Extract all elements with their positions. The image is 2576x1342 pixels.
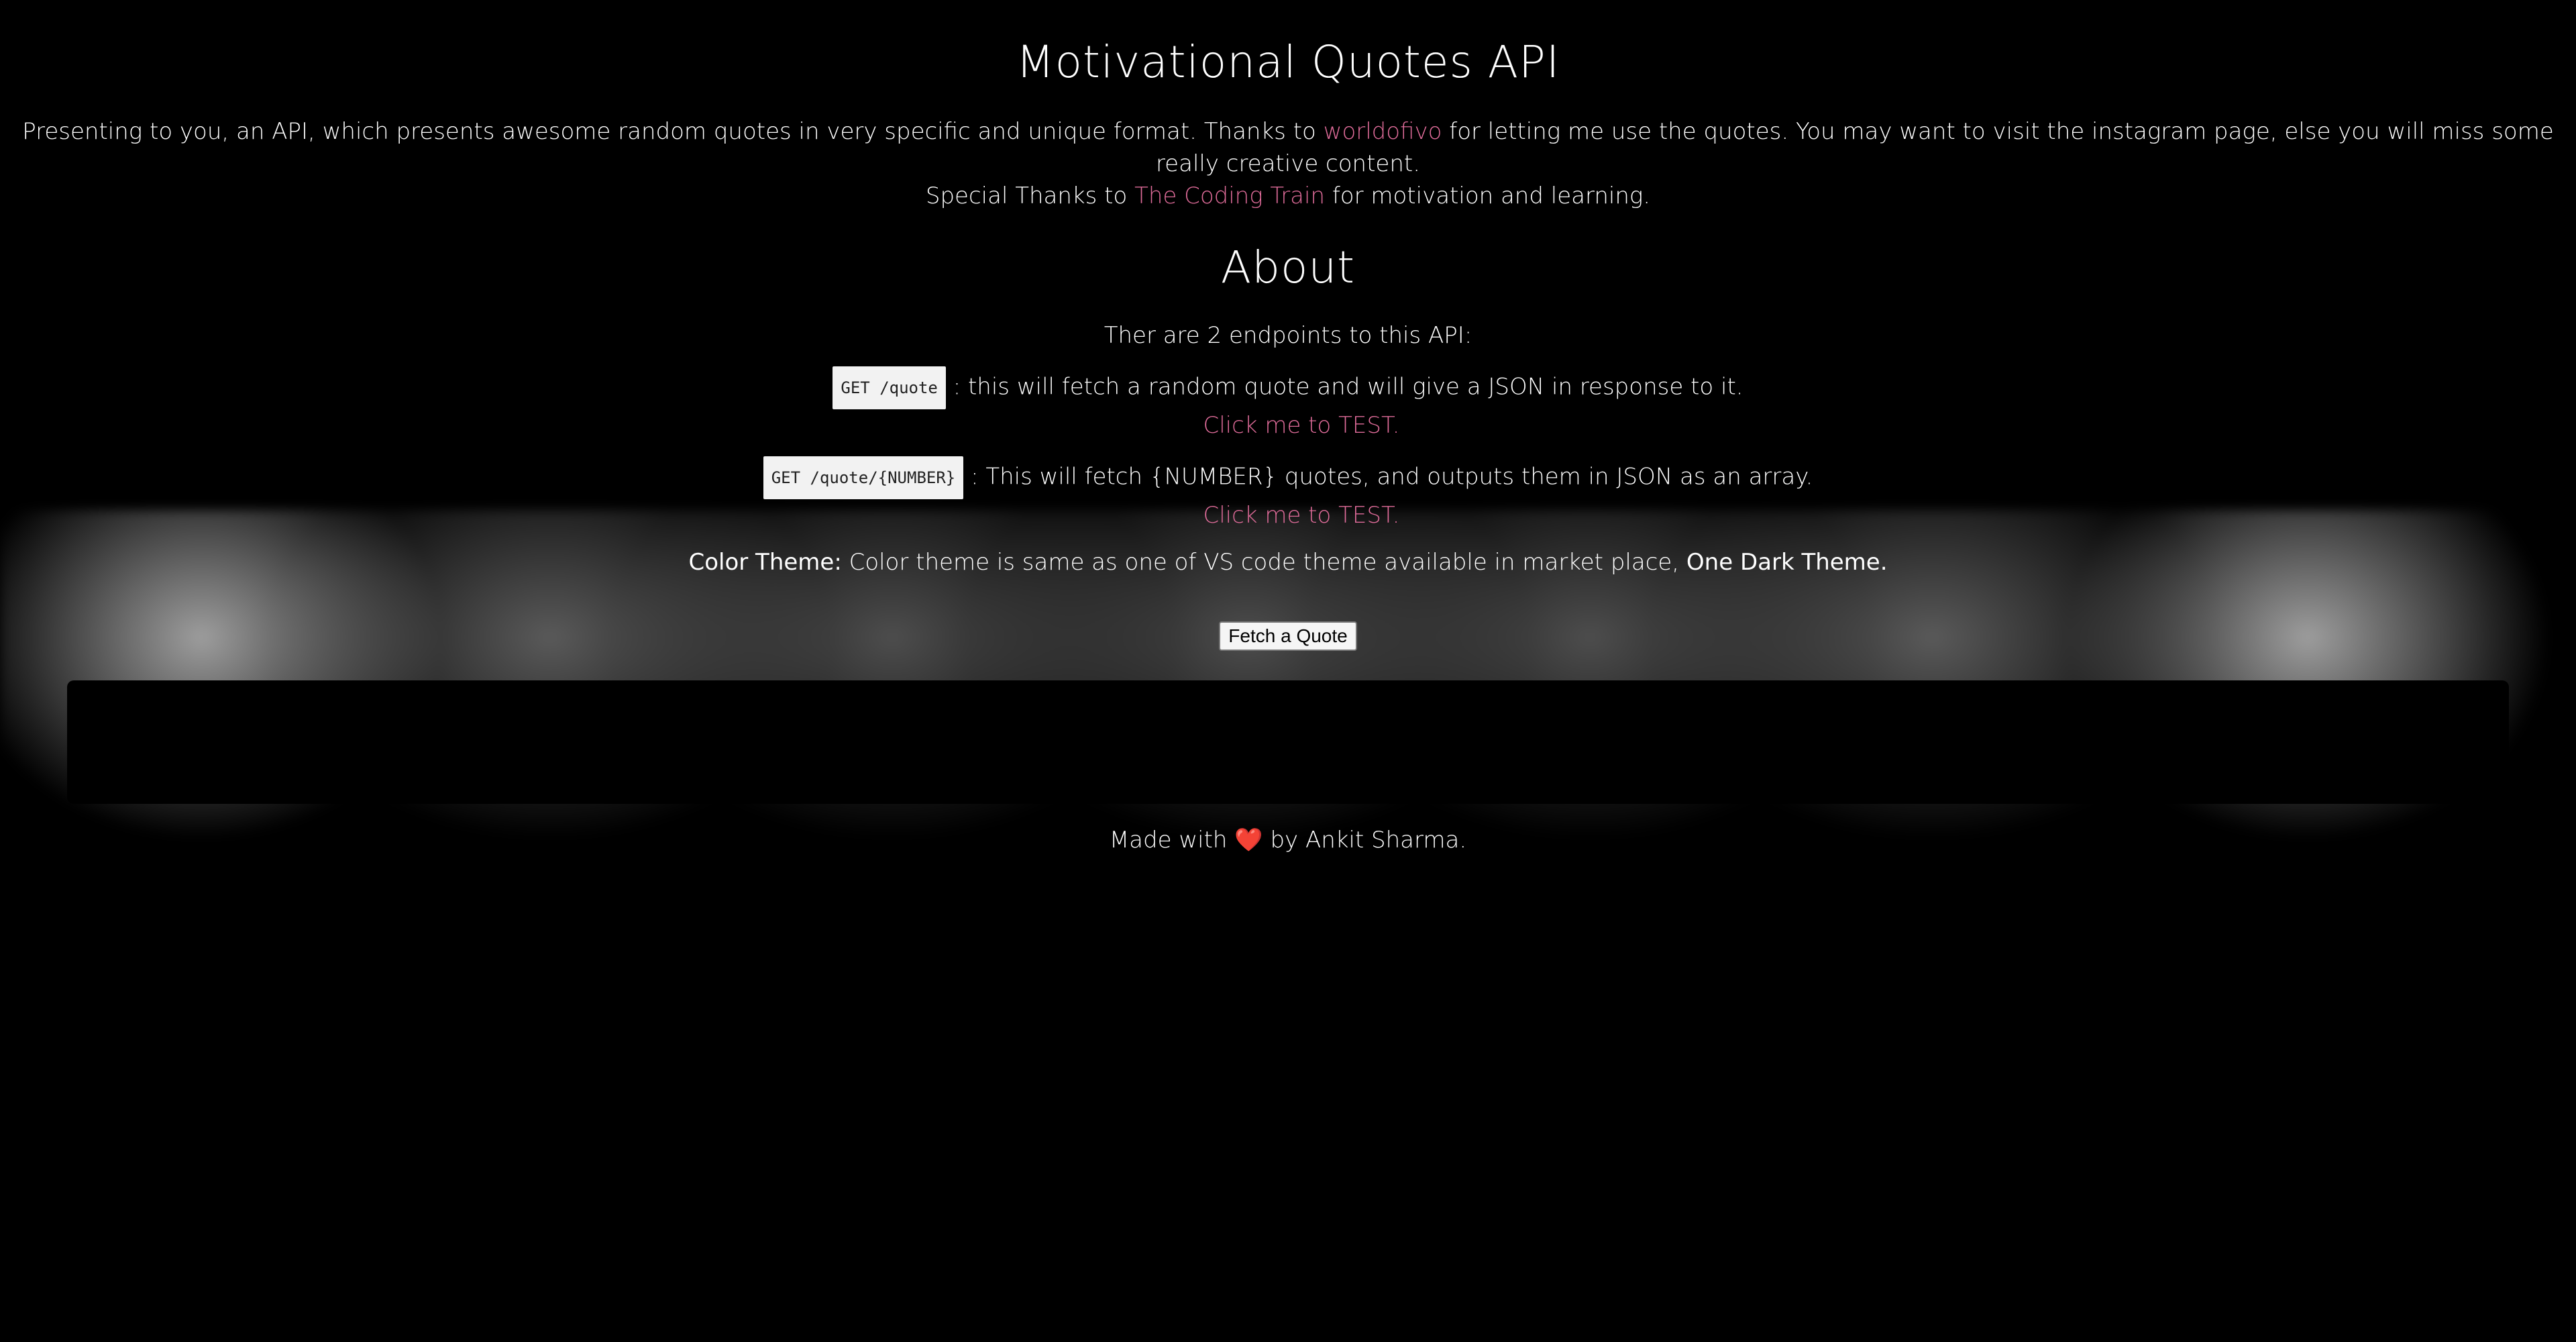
intro-text-3: Special Thanks to [925, 183, 1128, 209]
endpoint-item: GET /quote/{NUMBER} : This will fetch {N… [0, 456, 2576, 531]
footer: Made with ❤️ by Ankit Sharma. [0, 824, 2576, 856]
intro-text-1: Presenting to you, an API, which present… [22, 118, 1316, 145]
color-theme-text: Color theme is same as one of VS code th… [849, 549, 1680, 576]
main-content: Motivational Quotes API Presenting to yo… [0, 0, 2576, 856]
color-theme-paragraph: Color Theme: Color theme is same as one … [0, 546, 2576, 578]
test-link-quote-number[interactable]: Click me to TEST. [1203, 499, 1400, 531]
coding-train-link[interactable]: The Coding Train [1134, 183, 1325, 209]
endpoint-description: : this will fetch a random quote and wil… [953, 373, 1743, 401]
endpoints-intro: Ther are 2 endpoints to this API: [1104, 322, 1472, 349]
worldofivo-link[interactable]: worldofivo [1324, 118, 1442, 145]
footer-text-1: Made with [1109, 827, 1228, 854]
endpoint-code: GET /quote/{NUMBER} [763, 456, 964, 499]
test-link-quote[interactable]: Click me to TEST. [1203, 409, 1400, 442]
page-title: Motivational Quotes API [1016, 36, 1560, 88]
quote-output-box [67, 680, 2509, 804]
endpoint-code: GET /quote [833, 366, 946, 409]
color-theme-label: Color Theme: [688, 549, 842, 576]
endpoint-item: GET /quote : this will fetch a random qu… [0, 366, 2576, 442]
about-heading: About [1220, 242, 1356, 293]
intro-text-4: for motivation and learning. [1332, 183, 1651, 209]
color-theme-name: One Dark Theme. [1686, 549, 1888, 576]
footer-text-2: by Ankit Sharma. [1270, 827, 1467, 854]
heart-icon: ❤️ [1234, 827, 1263, 854]
page: Motivational Quotes API Presenting to yo… [0, 0, 2576, 1342]
fetch-quote-button[interactable]: Fetch a Quote [1219, 621, 1357, 651]
endpoint-description: : This will fetch {NUMBER} quotes, and o… [971, 463, 1813, 491]
intro-paragraph: Presenting to you, an API, which present… [7, 115, 2569, 212]
